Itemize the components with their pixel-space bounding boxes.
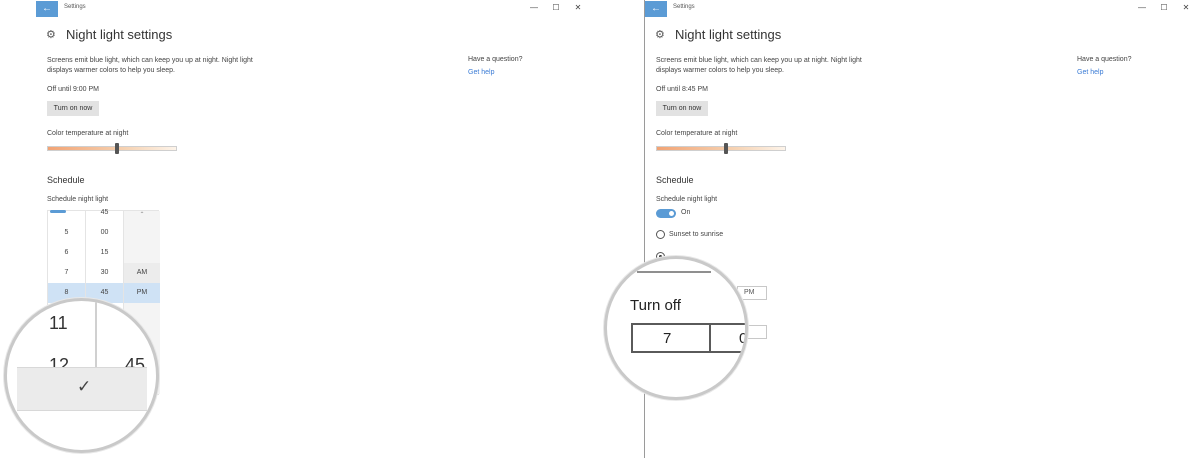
color-temperature-slider[interactable] [656, 143, 786, 154]
sunset-to-sunrise-radio[interactable] [656, 230, 665, 239]
toggle-knob [669, 211, 674, 216]
minute-option[interactable]: 15 [86, 243, 123, 263]
ampm-option-selected[interactable]: PM [124, 283, 160, 303]
schedule-heading: Schedule [47, 175, 85, 185]
gear-icon: ⚙ [46, 29, 56, 41]
magnifier-right: Turn off 7 0 [604, 256, 748, 400]
gear-icon: ⚙ [655, 29, 665, 41]
window-title: Settings [64, 4, 86, 10]
toggle-label: On [681, 209, 691, 216]
slider-thumb[interactable] [115, 143, 119, 154]
turn-off-hour[interactable]: 7 [663, 330, 671, 347]
window-title: Settings [673, 4, 695, 10]
schedule-night-light-label: Schedule night light [47, 196, 109, 203]
get-help-link[interactable]: Get help [468, 69, 494, 76]
color-temperature-slider[interactable] [47, 143, 177, 154]
minute-option[interactable]: 45 [86, 203, 123, 223]
minimize-button[interactable]: — [528, 3, 540, 13]
color-temperature-label: Color temperature at night [47, 130, 129, 137]
magnified-column-divider [95, 301, 97, 371]
maximize-button[interactable]: ☐ [550, 3, 562, 13]
turn-off-minute[interactable]: 0 [739, 330, 745, 347]
schedule-heading: Schedule [656, 175, 694, 185]
minute-option[interactable]: 00 [86, 223, 123, 243]
turn-on-now-button[interactable]: Turn on now [47, 101, 99, 116]
magnified-hour-top: 11 [49, 313, 68, 333]
night-light-status: Off until 9:00 PM [47, 86, 100, 93]
checkmark-icon[interactable]: ✓ [77, 377, 91, 397]
page-title: Night light settings [675, 27, 782, 42]
close-button[interactable]: ✕ [1180, 3, 1192, 13]
hour-option[interactable]: 5 [48, 223, 85, 243]
hour-option[interactable]: 6 [48, 243, 85, 263]
help-question: Have a question? [1077, 56, 1132, 63]
magnifier-left: 11 12 45 ✓ [4, 298, 159, 453]
color-temperature-label: Color temperature at night [656, 130, 738, 137]
maximize-button[interactable]: ☐ [1158, 3, 1170, 13]
schedule-night-light-label: Schedule night light [656, 196, 718, 203]
slider-thumb[interactable] [724, 143, 728, 154]
sunset-to-sunrise-label: Sunset to sunrise [669, 231, 724, 238]
magnified-field-edge [637, 259, 711, 273]
minimize-button[interactable]: — [1136, 3, 1148, 13]
confirm-bar[interactable]: ✓ [17, 367, 147, 411]
help-question: Have a question? [468, 56, 523, 63]
title-bar: ← Settings — ☐ ✕ [36, 0, 592, 17]
chevron-up-icon[interactable]: ⌃ [124, 211, 160, 218]
turn-off-time-input[interactable]: 7 0 [631, 323, 745, 353]
back-button[interactable]: ← [645, 1, 667, 17]
minute-option[interactable]: 30 [86, 263, 123, 283]
turn-on-now-button[interactable]: Turn on now [656, 101, 708, 116]
page-title: Night light settings [66, 27, 173, 42]
schedule-toggle[interactable] [656, 209, 676, 218]
description-text: Screens emit blue light, which can keep … [656, 57, 862, 74]
back-button[interactable]: ← [36, 1, 58, 17]
turn-off-label: Turn off [630, 297, 681, 314]
night-light-status: Off until 8:45 PM [656, 86, 709, 93]
field-divider [709, 325, 711, 351]
settings-window-right: ← Settings — ☐ ✕ ⚙ Night light settings … [644, 0, 1200, 458]
description-text: Screens emit blue light, which can keep … [47, 57, 253, 74]
ampm-option[interactable]: AM [124, 263, 160, 283]
title-bar: ← Settings — ☐ ✕ [645, 0, 1200, 17]
hour-option[interactable]: 7 [48, 263, 85, 283]
close-button[interactable]: ✕ [572, 3, 584, 13]
get-help-link[interactable]: Get help [1077, 69, 1103, 76]
